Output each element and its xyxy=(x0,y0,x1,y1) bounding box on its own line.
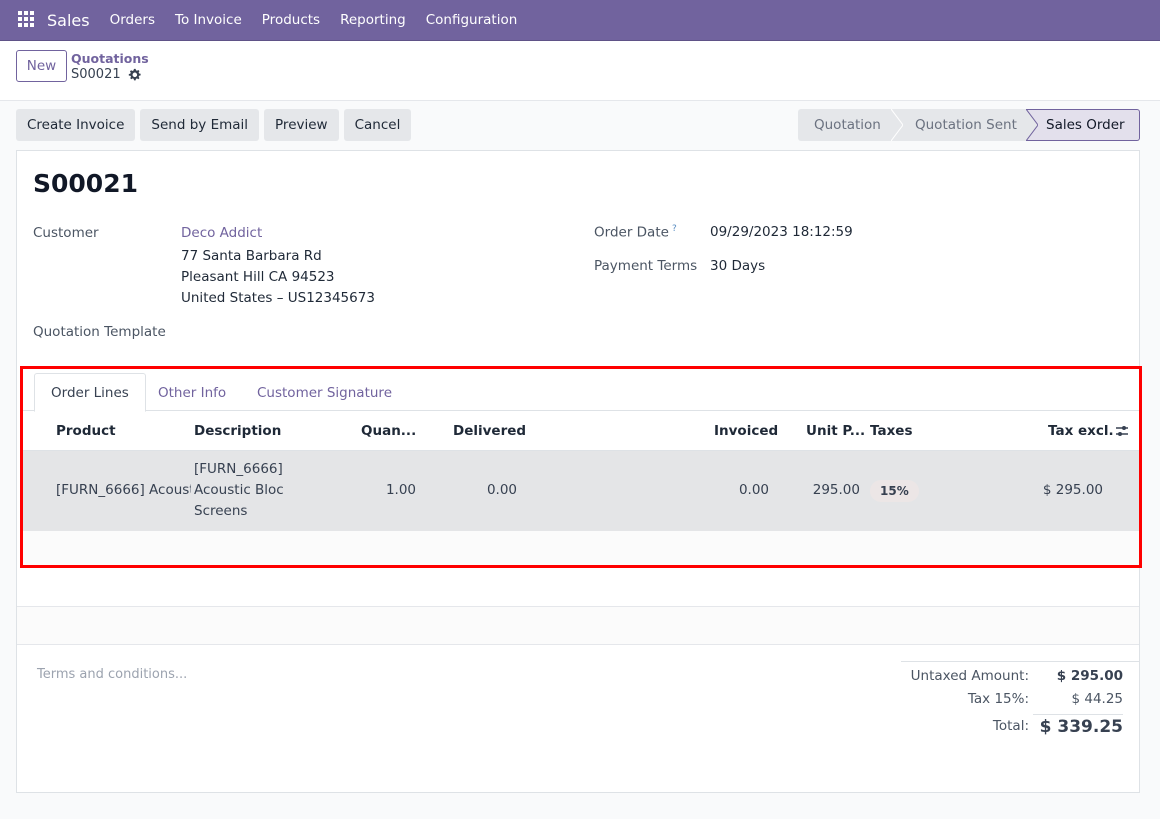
table-header: Product Description Quan... Delivered In… xyxy=(21,411,1139,451)
app-name[interactable]: Sales xyxy=(47,11,90,30)
nav-orders[interactable]: Orders xyxy=(110,12,155,28)
apps-menu-icon[interactable] xyxy=(18,11,36,29)
customer-address-line2: Pleasant Hill CA 94523 xyxy=(181,269,335,285)
table-footer xyxy=(17,607,1139,645)
top-navbar: Sales Orders To Invoice Products Reporti… xyxy=(0,0,1160,41)
create-invoice-button[interactable]: Create Invoice xyxy=(16,109,136,141)
tab-order-lines[interactable]: Order Lines xyxy=(34,373,146,412)
status-bar: Quotation Quotation Sent Sales Order xyxy=(798,109,1140,141)
new-button[interactable]: New xyxy=(16,50,67,82)
column-product[interactable]: Product xyxy=(56,423,116,439)
preview-button[interactable]: Preview xyxy=(264,109,339,141)
line-subtotal: $ 295.00 xyxy=(1042,482,1103,498)
untaxed-value: $ 295.00 xyxy=(1056,668,1123,684)
line-description-3: Screens xyxy=(194,503,248,519)
stage-quotation-label: Quotation xyxy=(814,117,881,133)
optional-columns-icon[interactable] xyxy=(1115,424,1129,438)
send-by-email-button[interactable]: Send by Email xyxy=(140,109,260,141)
stage-quotation-sent[interactable]: Quotation Sent xyxy=(891,109,1038,141)
stage-separator xyxy=(891,109,903,141)
record-title: S00021 xyxy=(33,169,138,198)
nav-to-invoice[interactable]: To Invoice xyxy=(175,12,242,28)
tax-row: Tax 15%: $ 44.25 xyxy=(901,685,1139,708)
tax-label: Tax 15%: xyxy=(967,691,1029,707)
tab-customer-signature[interactable]: Customer Signature xyxy=(257,373,392,412)
line-quantity: 1.00 xyxy=(385,482,416,498)
stage-quotation-sent-label: Quotation Sent xyxy=(915,117,1017,133)
order-date-label: Order Date? xyxy=(594,224,677,241)
line-invoiced: 0.00 xyxy=(738,482,769,498)
total-value: $ 339.25 xyxy=(1033,714,1123,737)
breadcrumb-quotations[interactable]: Quotations xyxy=(71,51,149,66)
untaxed-label: Untaxed Amount: xyxy=(910,668,1029,684)
table-row[interactable]: [FURN_6666] Acousti [FURN_6666] Acoustic… xyxy=(21,451,1139,531)
stage-sales-order[interactable]: Sales Order xyxy=(1026,109,1140,141)
breadcrumb-current-label: S00021 xyxy=(71,67,121,82)
gear-icon[interactable] xyxy=(128,68,141,81)
customer-link[interactable]: Deco Addict xyxy=(181,225,262,241)
customer-address-line3: United States – US12345673 xyxy=(181,290,375,306)
table-spacer xyxy=(17,567,1139,607)
column-delivered[interactable]: Delivered xyxy=(453,423,526,439)
line-description-1: [FURN_6666] xyxy=(194,461,283,477)
tab-other-info[interactable]: Other Info xyxy=(158,373,226,412)
payment-terms-label: Payment Terms xyxy=(594,258,698,274)
tab-bar: Order Lines Other Info Customer Signatur… xyxy=(21,369,1139,412)
total-row: Total: $ 339.25 xyxy=(901,708,1139,738)
stage-sales-order-label: Sales Order xyxy=(1046,117,1125,133)
untaxed-row: Untaxed Amount: $ 295.00 xyxy=(901,662,1139,685)
stage-separator xyxy=(1026,109,1038,141)
totals-summary: Untaxed Amount: $ 295.00 Tax 15%: $ 44.2… xyxy=(901,661,1139,738)
column-tax-excluded[interactable]: Tax excl. xyxy=(1048,423,1114,439)
line-unit-price: 295.00 xyxy=(812,482,860,498)
customer-address-line1: 77 Santa Barbara Rd xyxy=(181,248,322,264)
stage-quotation[interactable]: Quotation xyxy=(798,109,903,141)
payment-terms-value[interactable]: 30 Days xyxy=(710,258,765,274)
breadcrumb-current: S00021 xyxy=(71,67,141,82)
nav-reporting[interactable]: Reporting xyxy=(340,12,406,28)
line-delivered: 0.00 xyxy=(486,482,517,498)
tax-badge: 15% xyxy=(870,480,919,502)
cancel-button[interactable]: Cancel xyxy=(343,109,412,141)
line-product[interactable]: [FURN_6666] Acousti xyxy=(56,482,191,498)
control-panel: New Quotations S00021 xyxy=(0,41,1160,101)
customer-label: Customer xyxy=(33,225,99,241)
help-icon[interactable]: ? xyxy=(672,224,677,234)
column-unit-price[interactable]: Unit P... xyxy=(806,423,865,439)
total-label: Total: xyxy=(992,718,1029,734)
notebook: Order Lines Other Info Customer Signatur… xyxy=(21,369,1139,566)
nav-products[interactable]: Products xyxy=(262,12,320,28)
column-invoiced[interactable]: Invoiced xyxy=(714,423,778,439)
column-taxes[interactable]: Taxes xyxy=(870,423,912,439)
column-quantity[interactable]: Quan... xyxy=(361,423,416,439)
tax-value: $ 44.25 xyxy=(1071,691,1123,707)
action-buttons: Create Invoice Send by Email Preview Can… xyxy=(16,109,412,141)
order-date-value[interactable]: 09/29/2023 18:12:59 xyxy=(710,224,853,240)
nav-configuration[interactable]: Configuration xyxy=(426,12,518,28)
order-date-label-text: Order Date xyxy=(594,224,669,241)
column-description[interactable]: Description xyxy=(194,423,281,439)
terms-and-conditions-input[interactable]: Terms and conditions... xyxy=(37,667,187,682)
quotation-template-label: Quotation Template xyxy=(33,324,166,340)
table-empty-row xyxy=(21,531,1139,566)
line-description-2: Acoustic Bloc xyxy=(194,482,284,498)
form-sheet: S00021 Customer Deco Addict 77 Santa Bar… xyxy=(16,150,1140,793)
